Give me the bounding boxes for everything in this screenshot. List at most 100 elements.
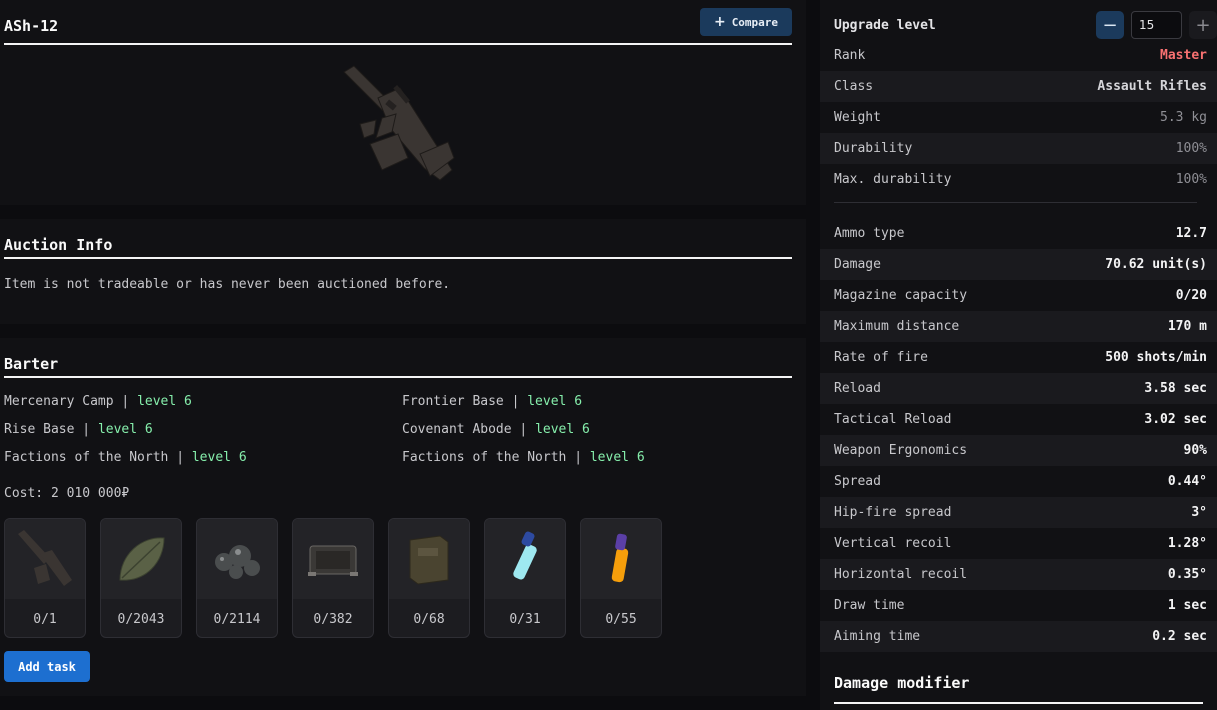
item-count: 0/1 <box>33 611 57 627</box>
trader-entry: Frontier Base | level 6 <box>402 394 583 409</box>
barter-item-slot[interactable]: 0/2114 <box>196 518 278 638</box>
trader-entry: Factions of the North | level 6 <box>402 450 645 465</box>
stat-row: Rate of fire 500 shots/min <box>820 342 1217 373</box>
stat-key: Max. durability <box>834 172 952 187</box>
item-header: ASh-12 + Compare <box>4 8 792 45</box>
stat-key: Class <box>834 79 874 94</box>
weapon-image <box>330 58 470 198</box>
auction-message: Item is not tradeable or has never been … <box>4 277 451 292</box>
stat-key: Durability <box>834 141 913 156</box>
item-count: 0/68 <box>413 611 445 627</box>
trader-entry: Mercenary Camp | level 6 <box>4 394 192 409</box>
add-task-button[interactable]: Add task <box>4 651 90 682</box>
stat-row: Hip-fire spread 3° <box>820 497 1217 528</box>
compare-label: Compare <box>731 15 779 29</box>
trader-entry: Covenant Abode | level 6 <box>402 422 590 437</box>
stat-key: Weapon Ergonomics <box>834 443 968 458</box>
compare-button[interactable]: + Compare <box>700 8 792 36</box>
trader-name: Rise Base <box>4 422 75 437</box>
stat-key: Damage <box>834 257 881 272</box>
barter-item-slot[interactable]: 0/55 <box>580 518 662 638</box>
barter-panel: Barter Mercenary Camp | level 6 Frontier… <box>0 338 806 696</box>
trader-entry: Rise Base | level 6 <box>4 422 153 437</box>
orange-vial-icon <box>611 533 629 583</box>
stat-row: Tactical Reload 3.02 sec <box>820 404 1217 435</box>
stat-row: Weapon Ergonomics 90% <box>820 435 1217 466</box>
stat-row: Weight 5.3 kg <box>820 102 1217 133</box>
stat-key: Reload <box>834 381 881 396</box>
stat-row: Class Assault Rifles <box>820 71 1217 102</box>
stat-key: Hip-fire spread <box>834 505 952 520</box>
stats-divider <box>834 202 1197 203</box>
trader-level: level 6 <box>589 450 645 465</box>
stat-key: Spread <box>834 474 881 489</box>
stat-row: Maximum distance 170 m <box>820 311 1217 342</box>
crate-icon <box>409 535 449 585</box>
trader-name: Frontier Base <box>402 394 504 409</box>
barter-item-slot[interactable]: 0/382 <box>292 518 374 638</box>
stat-row: Rank Master <box>820 40 1217 71</box>
stat-key: Draw time <box>834 598 905 613</box>
stat-key: Vertical recoil <box>834 536 952 551</box>
upgrade-level-input[interactable] <box>1131 11 1182 39</box>
stat-value: 1.28° <box>1167 536 1207 551</box>
weapon-stats: Ammo type 12.7 Damage 70.62 unit(s) Magazi… <box>820 218 1217 652</box>
upgrade-level-control: Upgrade level − + <box>834 9 1217 41</box>
stat-key: Weight <box>834 110 881 125</box>
stats-sidebar: Upgrade level − + Rank Master Class Assaul… <box>820 0 1217 710</box>
stat-value: 0.44° <box>1167 474 1207 489</box>
stat-value: 0/20 <box>1175 288 1207 303</box>
stat-value: 5.3 kg <box>1160 110 1207 125</box>
decrement-button[interactable]: − <box>1096 11 1124 39</box>
stat-value: 70.62 unit(s) <box>1105 257 1207 272</box>
stat-value: Master <box>1160 48 1207 63</box>
barter-title: Barter <box>4 355 59 373</box>
auction-panel: Auction Info Item is not tradeable or ha… <box>0 219 806 324</box>
device-icon <box>308 545 358 576</box>
stat-value: Assault Rifles <box>1097 79 1207 94</box>
stat-row: Aiming time 0.2 sec <box>820 621 1217 652</box>
stat-row: Draw time 1 sec <box>820 590 1217 621</box>
stat-row: Reload 3.58 sec <box>820 373 1217 404</box>
stat-value: 100% <box>1175 172 1207 187</box>
stat-value: 500 shots/min <box>1105 350 1207 365</box>
rifle-icon <box>18 530 72 586</box>
stat-value: 1 sec <box>1167 598 1207 613</box>
stat-row: Spread 0.44° <box>820 466 1217 497</box>
trader-name: Covenant Abode <box>402 422 512 437</box>
barter-header: Barter <box>4 352 792 378</box>
upgrade-level-label: Upgrade level <box>834 17 936 33</box>
increment-button[interactable]: + <box>1189 11 1217 39</box>
stat-key: Magazine capacity <box>834 288 968 303</box>
barter-item-slot[interactable]: 0/2043 <box>100 518 182 638</box>
stat-row: Max. durability 100% <box>820 164 1217 195</box>
barter-item-slot[interactable]: 0/1 <box>4 518 86 638</box>
barter-items: 0/1 0/2043 0/2114 0/382 0/68 0/31 0/55 <box>4 518 662 638</box>
trader-level: level 6 <box>527 394 583 409</box>
auction-header: Auction Info <box>4 233 792 259</box>
stat-value: 0.35° <box>1167 567 1207 582</box>
stat-key: Rate of fire <box>834 350 928 365</box>
stat-value: 3.58 sec <box>1144 381 1207 396</box>
trader-level: level 6 <box>97 422 153 437</box>
basic-stats: Rank Master Class Assault Rifles Weight 5.3… <box>820 40 1217 195</box>
trader-name: Factions of the North <box>402 450 567 465</box>
item-count: 0/382 <box>313 611 353 627</box>
stat-key: Aiming time <box>834 629 921 644</box>
blue-vial-icon <box>513 531 537 580</box>
leaf-icon <box>119 537 165 581</box>
barter-cost: Cost: 2 010 000₽ <box>4 486 130 501</box>
stat-key: Ammo type <box>834 226 905 241</box>
item-count: 0/55 <box>605 611 637 627</box>
rifle-icon <box>343 65 455 181</box>
item-count: 0/2114 <box>213 611 261 627</box>
barter-item-slot[interactable]: 0/68 <box>388 518 470 638</box>
stat-value: 100% <box>1175 141 1207 156</box>
item-count: 0/2043 <box>117 611 165 627</box>
trader-list: Mercenary Camp | level 6 Frontier Base |… <box>4 394 794 468</box>
stat-row: Horizontal recoil 0.35° <box>820 559 1217 590</box>
trader-name: Mercenary Camp <box>4 394 114 409</box>
barter-item-slot[interactable]: 0/31 <box>484 518 566 638</box>
stat-key: Horizontal recoil <box>834 567 968 582</box>
plus-icon: + <box>1195 14 1211 36</box>
